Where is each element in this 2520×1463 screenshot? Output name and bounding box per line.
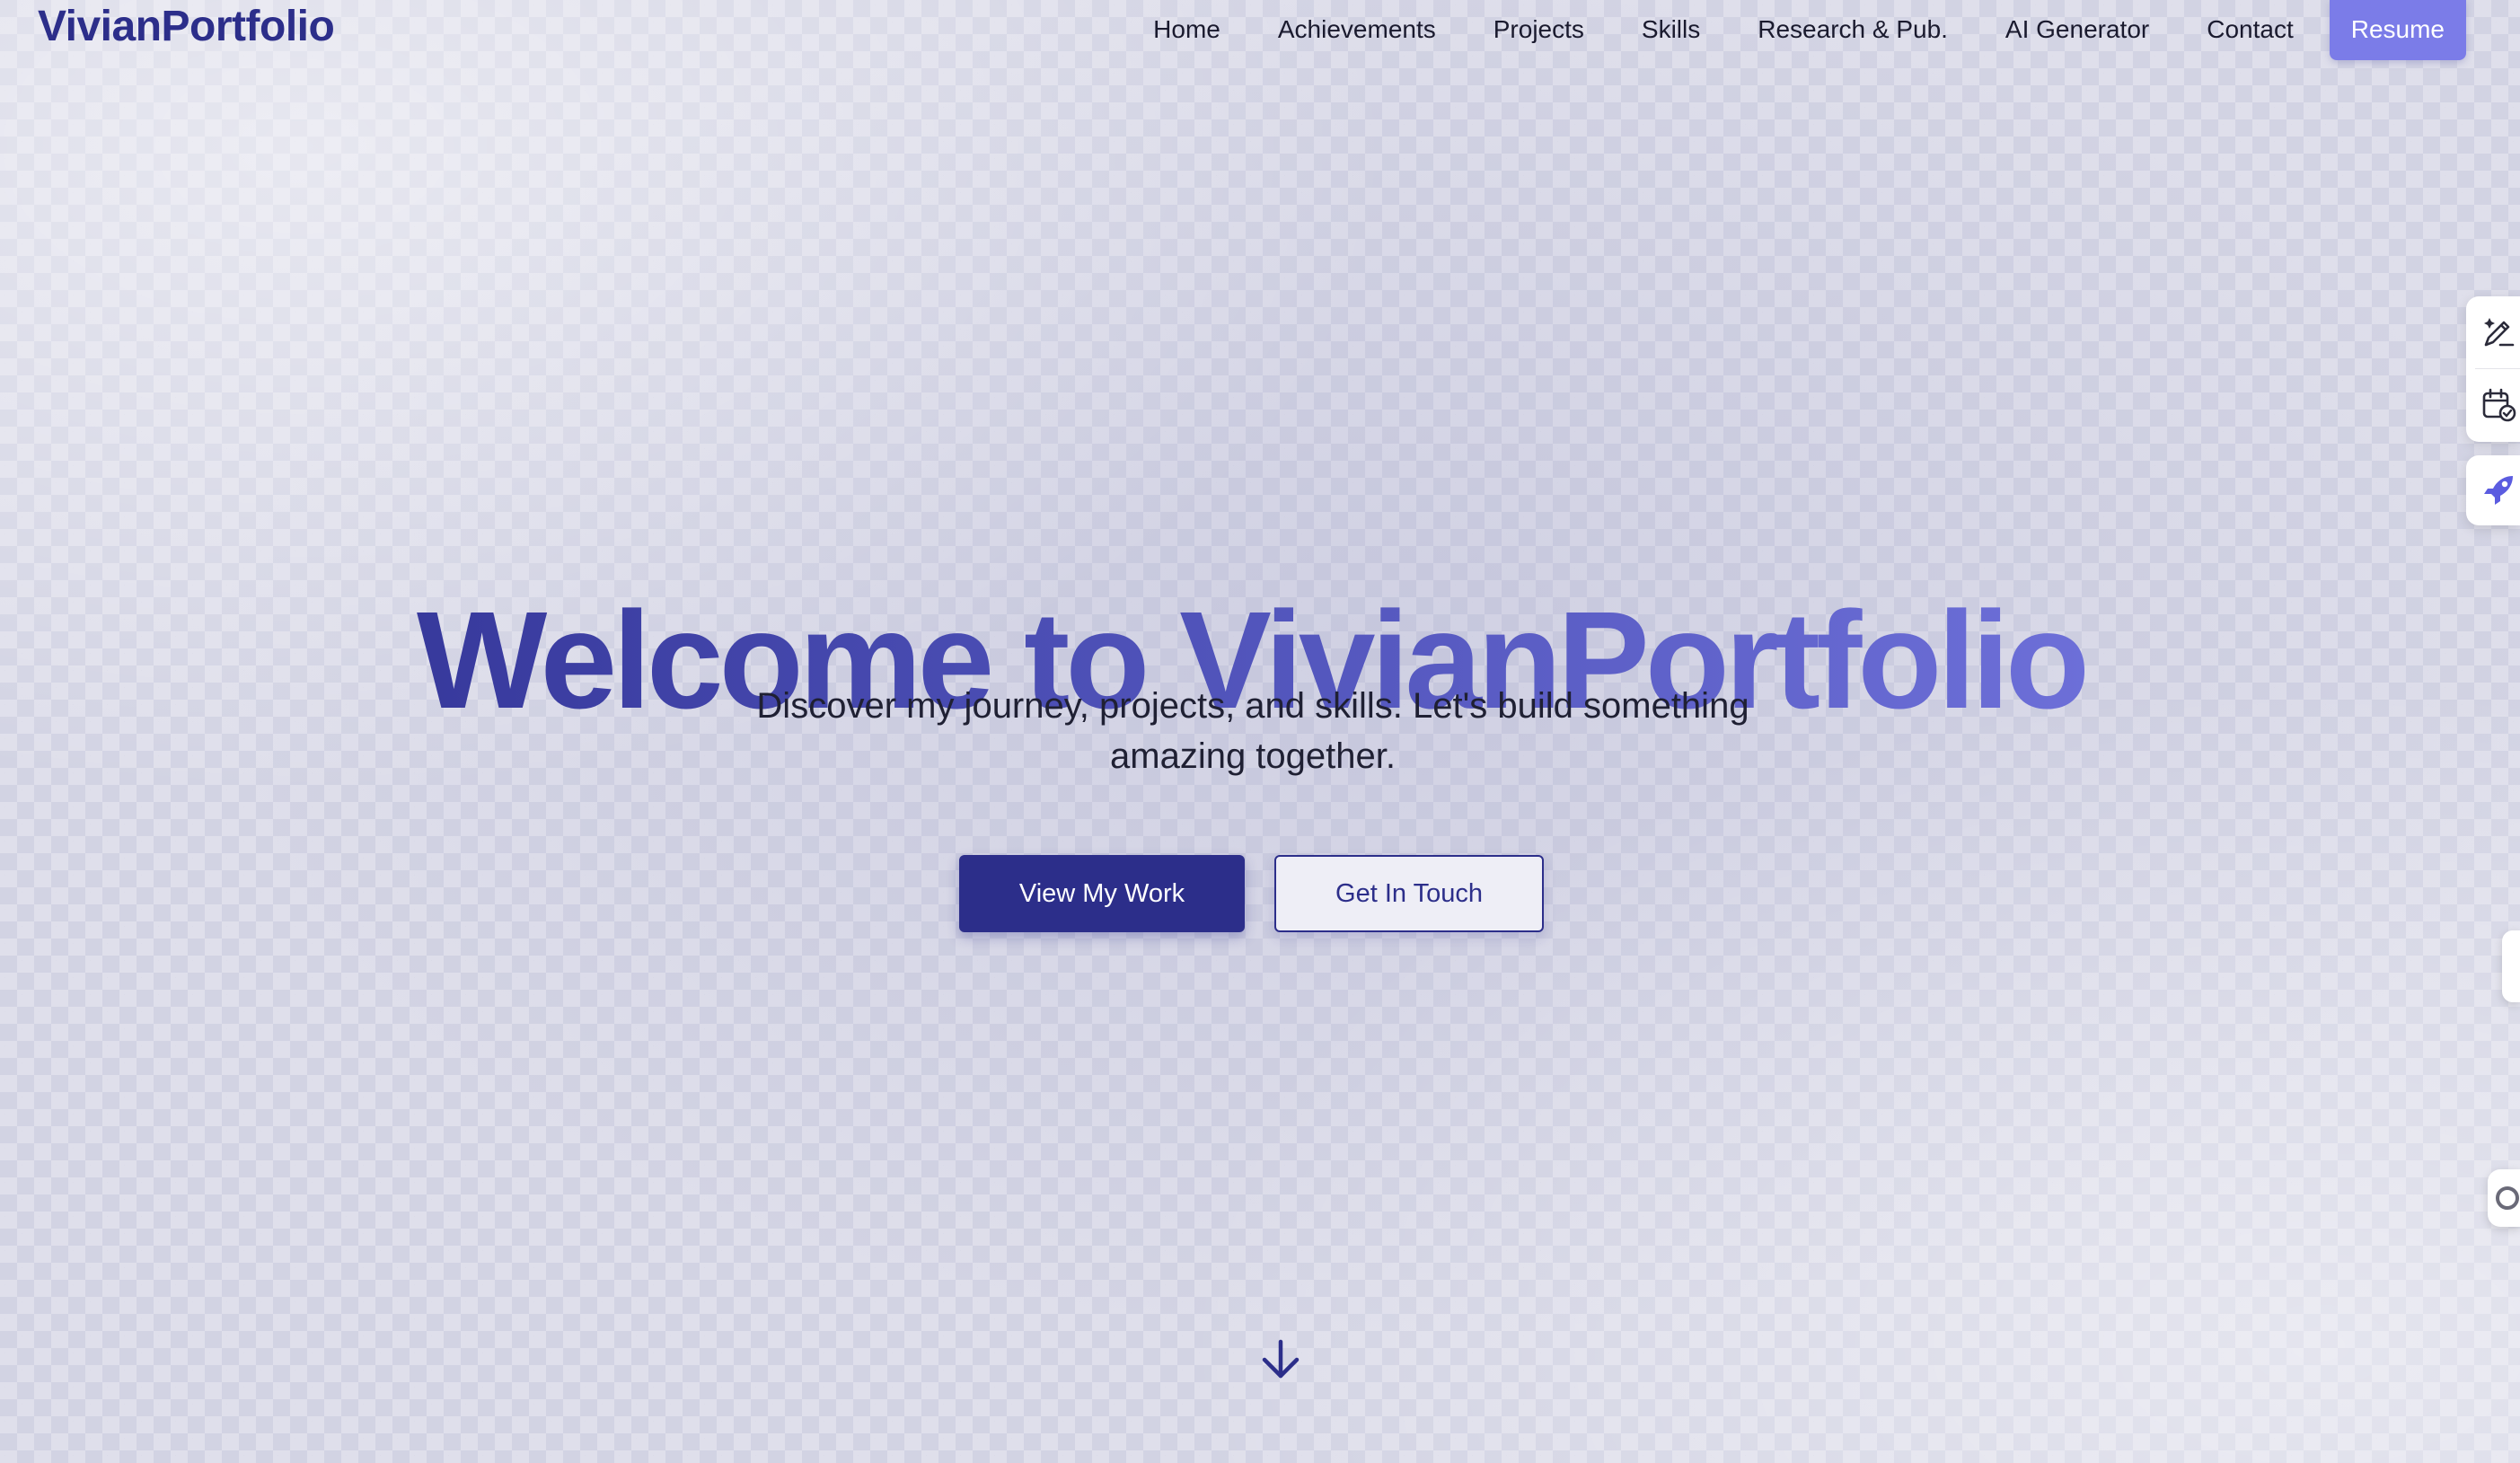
nav-link-contact[interactable]: Contact <box>2207 15 2294 44</box>
view-my-work-button[interactable]: View My Work <box>959 855 1245 932</box>
resume-button[interactable]: Resume <box>2329 0 2466 60</box>
side-tools-panel <box>2466 296 2520 442</box>
hero-subtitle: Discover my journey, projects, and skill… <box>629 681 1877 781</box>
side-circle-button[interactable] <box>2488 1169 2520 1227</box>
calendar-check-icon[interactable] <box>2480 386 2516 422</box>
nav-link-achievements[interactable]: Achievements <box>1278 15 1436 44</box>
circle-toggle-icon <box>2496 1186 2519 1210</box>
brand-logo[interactable]: VivianPortfolio <box>38 2 335 51</box>
nav-link-projects[interactable]: Projects <box>1493 15 1584 44</box>
hero-subtitle-line-2: amazing together. <box>1110 736 1396 776</box>
nav-link-ai-generator[interactable]: AI Generator <box>2005 15 2149 44</box>
side-rocket-button[interactable] <box>2466 455 2520 525</box>
top-navbar: VivianPortfolio Home Achievements Projec… <box>0 0 2520 63</box>
nav-link-home[interactable]: Home <box>1153 15 1220 44</box>
get-in-touch-button[interactable]: Get In Touch <box>1274 855 1544 932</box>
drawer-tab-icon[interactable] <box>2502 930 2520 1002</box>
hero-cta-row: View My Work Get In Touch <box>959 855 1544 932</box>
nav-links: Home Achievements Projects Skills Resear… <box>1153 0 2466 60</box>
side-panel-divider <box>2475 368 2520 369</box>
rocket-icon <box>2484 476 2513 505</box>
pen-sparkle-icon[interactable] <box>2480 314 2516 350</box>
arrow-down-icon[interactable] <box>1257 1336 1304 1383</box>
hero-subtitle-line-1: Discover my journey, projects, and skill… <box>756 686 1749 726</box>
nav-link-research[interactable]: Research & Pub. <box>1758 15 1948 44</box>
nav-link-skills[interactable]: Skills <box>1642 15 1700 44</box>
